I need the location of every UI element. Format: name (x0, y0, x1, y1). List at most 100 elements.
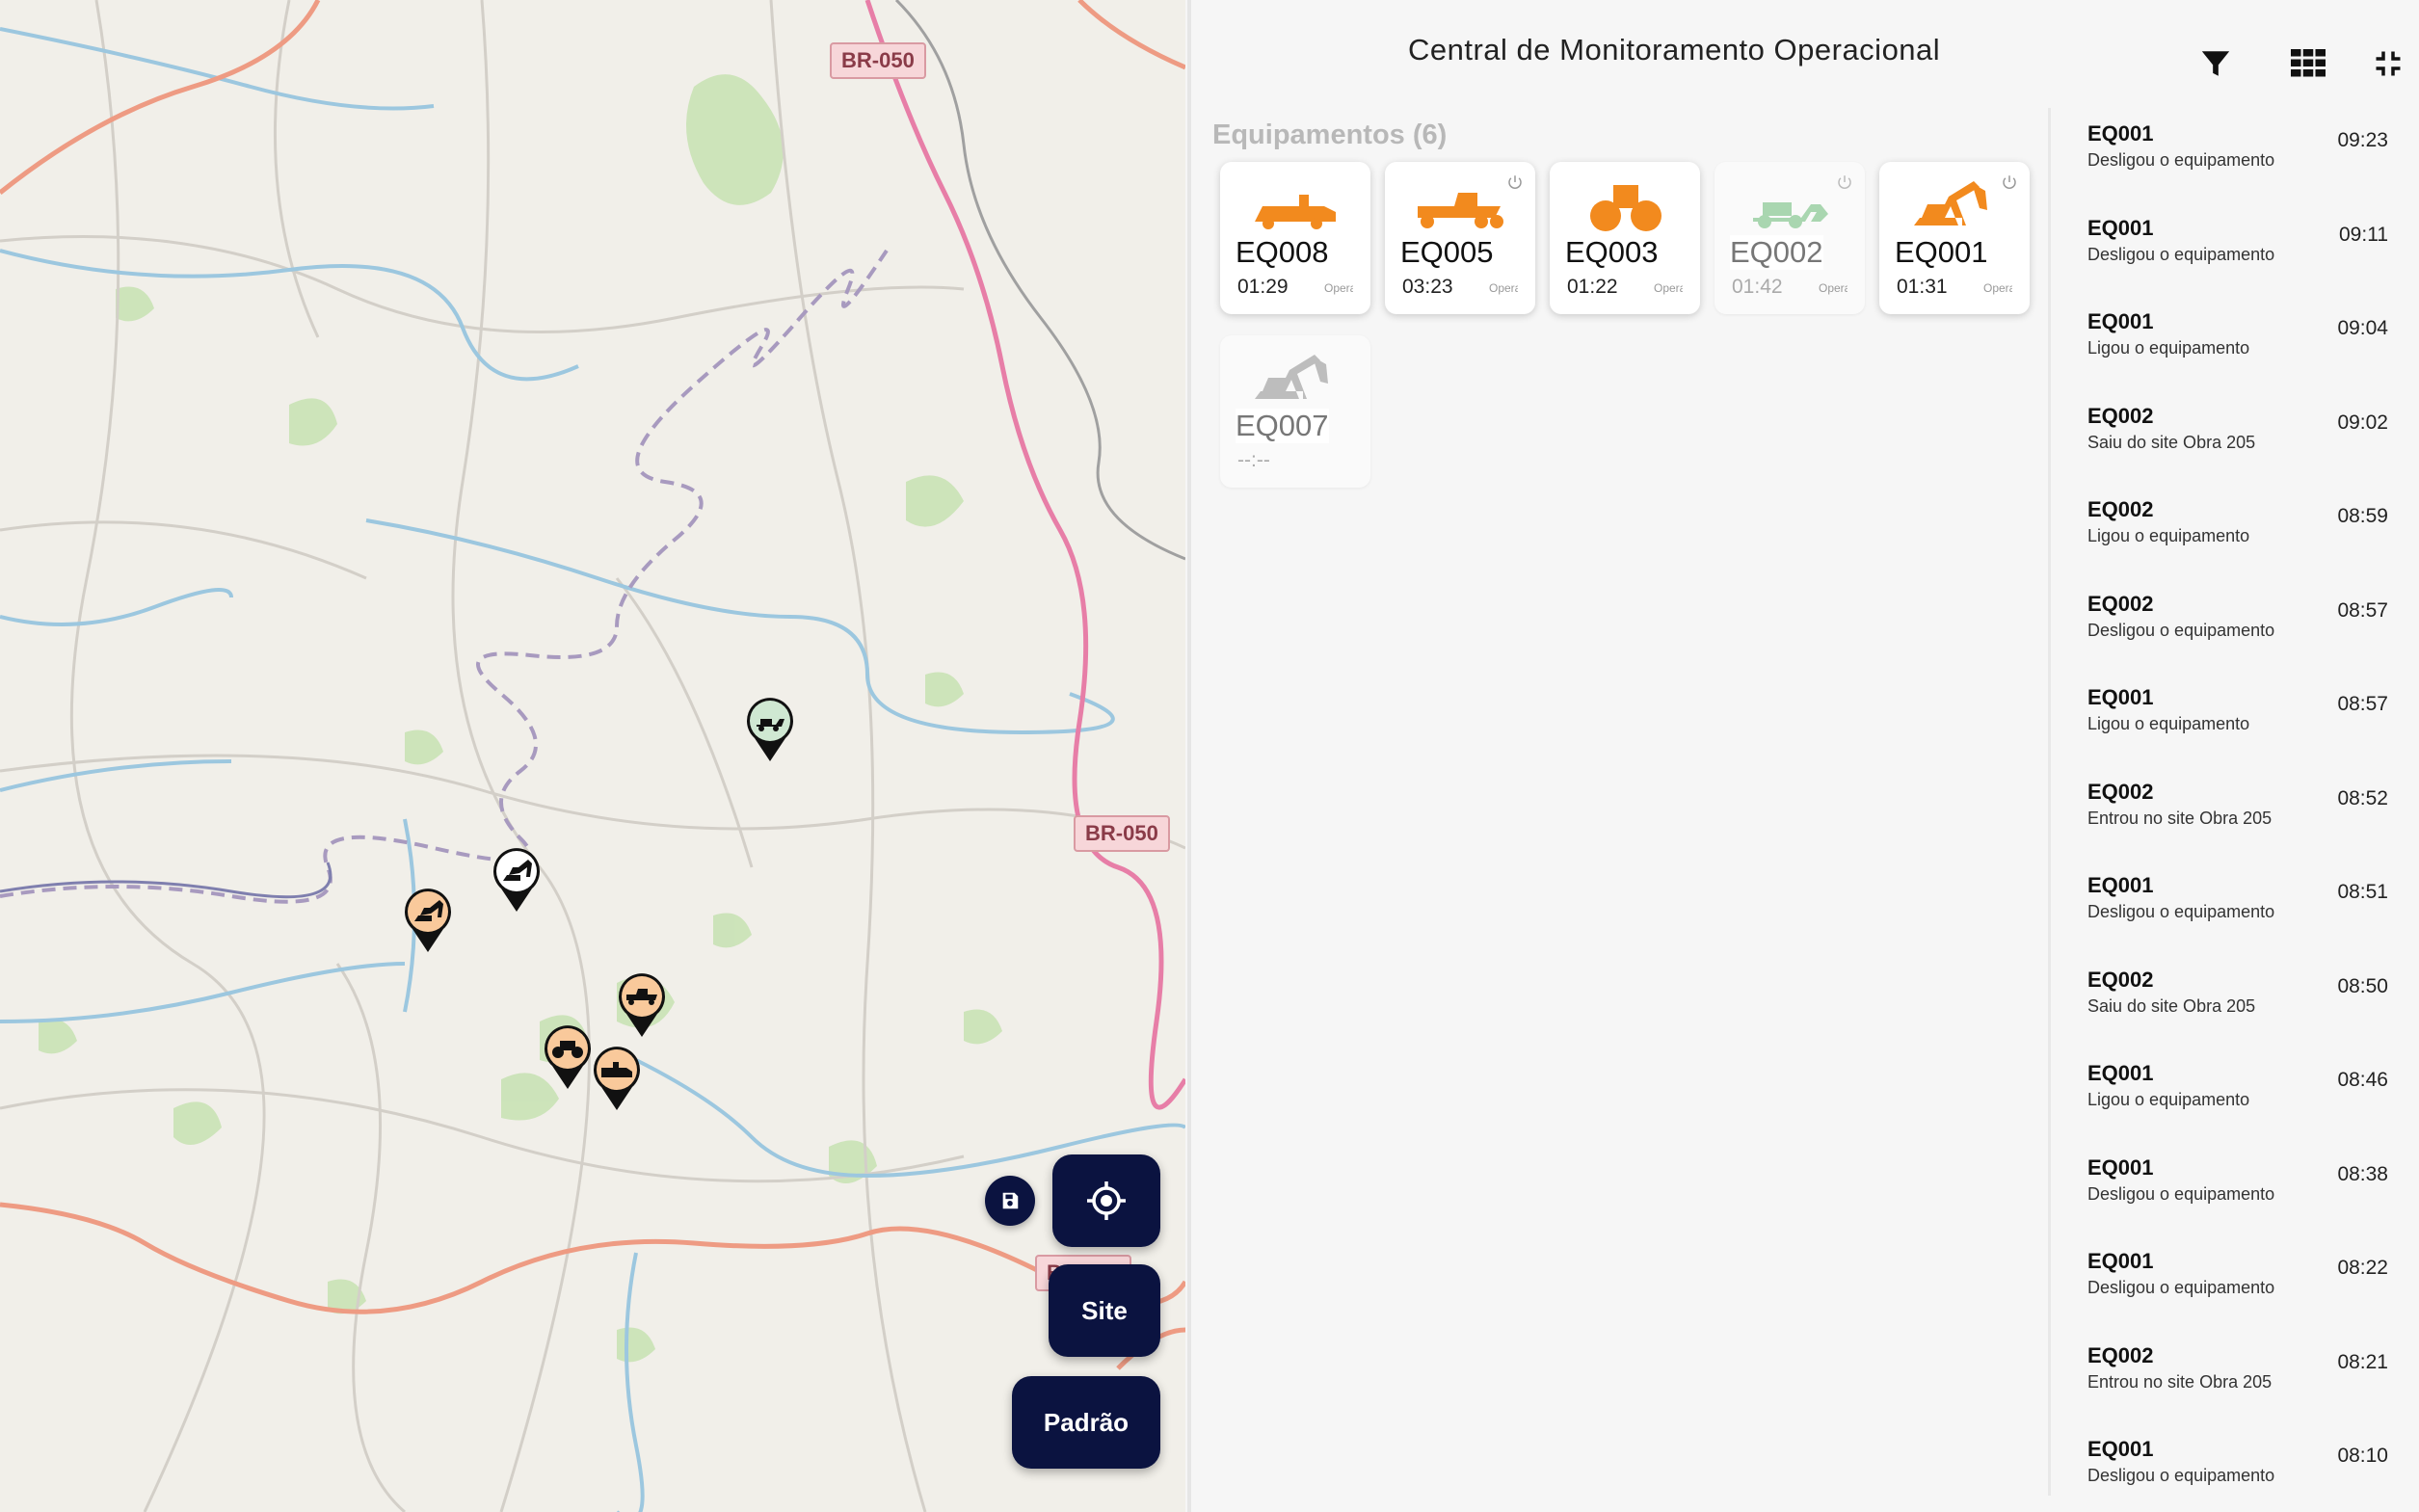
event-time: 09:04 (2337, 317, 2388, 339)
equipment-header: Equipamentos (6) (1212, 119, 1448, 150)
paver-icon (1255, 195, 1336, 229)
power-icon (1838, 175, 1851, 189)
save-button[interactable] (985, 1176, 1035, 1226)
equipment-status: Operando (1819, 281, 1847, 295)
event-time: 09:02 (2337, 411, 2388, 434)
list-item[interactable]: EQ001 Desligou o equipamento 08:38 (2087, 1152, 2406, 1238)
event-description: Saiu do site Obra 205 (2087, 432, 2256, 452)
equipment-time: --:-- (1237, 449, 1270, 471)
event-time: 08:52 (2337, 786, 2388, 809)
list-item[interactable]: EQ002 Saiu do site Obra 205 08:50 (2087, 964, 2406, 1050)
equipment-card[interactable]: EQ002 01:42 Operando (1715, 162, 1865, 314)
excavator-icon (1914, 181, 1987, 225)
event-description: Saiu do site Obra 205 (2087, 995, 2256, 1016)
event-equipment: EQ002 (2087, 779, 2154, 804)
event-description: Ligou o equipamento (2087, 714, 2250, 733)
filter-button[interactable] (2196, 44, 2235, 83)
equipment-card[interactable]: EQ005 03:23 Operando (1385, 162, 1535, 314)
event-time: 08:51 (2337, 881, 2388, 903)
event-time: 09:11 (2339, 223, 2388, 246)
equipment-code: EQ002 (1730, 235, 1823, 270)
equipment-code: EQ003 (1565, 235, 1659, 269)
event-description: Desligou o equipamento (2087, 620, 2275, 640)
event-description: Desligou o equipamento (2087, 1466, 2275, 1485)
event-equipment: EQ001 (2087, 215, 2154, 240)
event-description: Ligou o equipamento (2087, 1090, 2250, 1109)
event-equipment: EQ001 (2087, 121, 2154, 146)
event-time: 08:46 (2337, 1069, 2388, 1091)
page-title: Central de Monitoramento Operacional (1408, 33, 1941, 66)
excavator-icon (1255, 355, 1328, 399)
list-item[interactable]: EQ002 Desligou o equipamento 08:57 (2087, 588, 2406, 675)
map-marker-grader[interactable] (615, 969, 669, 1039)
event-description: Desligou o equipamento (2087, 902, 2275, 921)
equipment-code: EQ007 (1236, 409, 1329, 443)
site-button[interactable]: Site (1049, 1264, 1160, 1357)
event-time: 08:59 (2337, 505, 2388, 527)
list-item[interactable]: EQ001 Ligou o equipamento 08:46 (2087, 1057, 2406, 1144)
roller-icon (1590, 185, 1661, 231)
list-item[interactable]: EQ001 Desligou o equipamento 08:22 (2087, 1245, 2406, 1332)
grid-view-button[interactable] (2289, 44, 2327, 83)
list-item[interactable]: EQ002 Entrou no site Obra 205 08:21 (2087, 1340, 2406, 1426)
event-time: 08:21 (2337, 1350, 2388, 1373)
equipment-time: 03:23 (1402, 276, 1453, 298)
event-time: 08:22 (2337, 1257, 2388, 1279)
event-equipment: EQ001 (2087, 1437, 2154, 1461)
event-description: Desligou o equipamento (2087, 244, 2275, 264)
event-equipment: EQ002 (2087, 967, 2154, 992)
event-equipment: EQ001 (2087, 1061, 2154, 1085)
map-marker-excavator[interactable] (490, 844, 544, 914)
equipment-time: 01:22 (1567, 276, 1618, 298)
equipment-card[interactable]: EQ003 01:22 Operando (1550, 162, 1700, 314)
map-marker-loader[interactable] (743, 694, 797, 763)
event-equipment: EQ002 (2087, 591, 2154, 616)
map-base-layer (0, 0, 1185, 1512)
equipment-status: Operando (1983, 281, 2012, 295)
list-item[interactable]: EQ001 Ligou o equipamento 09:04 (2087, 305, 2406, 392)
event-equipment: EQ002 (2087, 497, 2154, 521)
equipment-card[interactable]: EQ001 01:31 Operando (1879, 162, 2030, 314)
list-item[interactable]: EQ001 Desligou o equipamento 09:23 (2087, 118, 2406, 204)
monitoring-panel: Central de Monitoramento Operacional Equ… (1187, 0, 2419, 1512)
event-description: Ligou o equipamento (2087, 526, 2250, 545)
event-equipment: EQ001 (2087, 1249, 2154, 1273)
event-description: Entrou no site Obra 205 (2087, 808, 2273, 828)
list-item[interactable]: EQ002 Ligou o equipamento 08:59 (2087, 493, 2406, 580)
event-description: Entrou no site Obra 205 (2087, 1371, 2273, 1392)
equipment-code: EQ008 (1236, 235, 1329, 269)
event-time: 08:57 (2337, 693, 2388, 715)
list-item[interactable]: EQ001 Desligou o equipamento 08:10 (2087, 1433, 2406, 1512)
divider (2048, 108, 2051, 1496)
map-marker-paver[interactable] (590, 1043, 644, 1112)
default-button[interactable]: Padrão (1012, 1376, 1160, 1469)
road-label: BR-050 (1074, 815, 1170, 852)
equipment-card[interactable]: EQ007 --:-- (1220, 335, 1370, 488)
locate-button[interactable] (1052, 1154, 1160, 1247)
event-description: Ligou o equipamento (2087, 338, 2250, 358)
crosshair-icon (1087, 1181, 1126, 1220)
power-icon (1508, 175, 1522, 189)
collapse-button[interactable] (2369, 44, 2407, 83)
list-item[interactable]: EQ002 Saiu do site Obra 205 09:02 (2087, 400, 2406, 487)
event-time: 08:10 (2337, 1445, 2388, 1467)
power-icon (2003, 175, 2016, 189)
save-icon (1002, 1192, 1019, 1209)
equipment-card[interactable]: EQ008 01:29 Operando (1220, 162, 1370, 314)
event-description: Desligou o equipamento (2087, 1278, 2275, 1297)
equipment-time: 01:29 (1237, 276, 1289, 298)
equipment-status: Operando (1324, 281, 1353, 295)
event-time: 08:50 (2337, 974, 2388, 997)
list-item[interactable]: EQ001 Desligou o equipamento 09:11 (2087, 212, 2406, 299)
equipment-code: EQ005 (1400, 235, 1494, 269)
equipment-status: Operando (1489, 281, 1518, 295)
list-item[interactable]: EQ002 Entrou no site Obra 205 08:52 (2087, 776, 2406, 862)
map-view[interactable]: BR-050 BR-050 BR-050 Site Padrão (0, 0, 1185, 1512)
map-marker-roller[interactable] (541, 1021, 595, 1091)
list-item[interactable]: EQ001 Ligou o equipamento 08:57 (2087, 681, 2406, 768)
equipment-code: EQ001 (1895, 235, 1988, 269)
map-marker-excavator[interactable] (401, 885, 455, 954)
event-time: 08:57 (2337, 598, 2388, 622)
list-item[interactable]: EQ001 Desligou o equipamento 08:51 (2087, 869, 2406, 956)
grader-icon (1418, 193, 1503, 228)
